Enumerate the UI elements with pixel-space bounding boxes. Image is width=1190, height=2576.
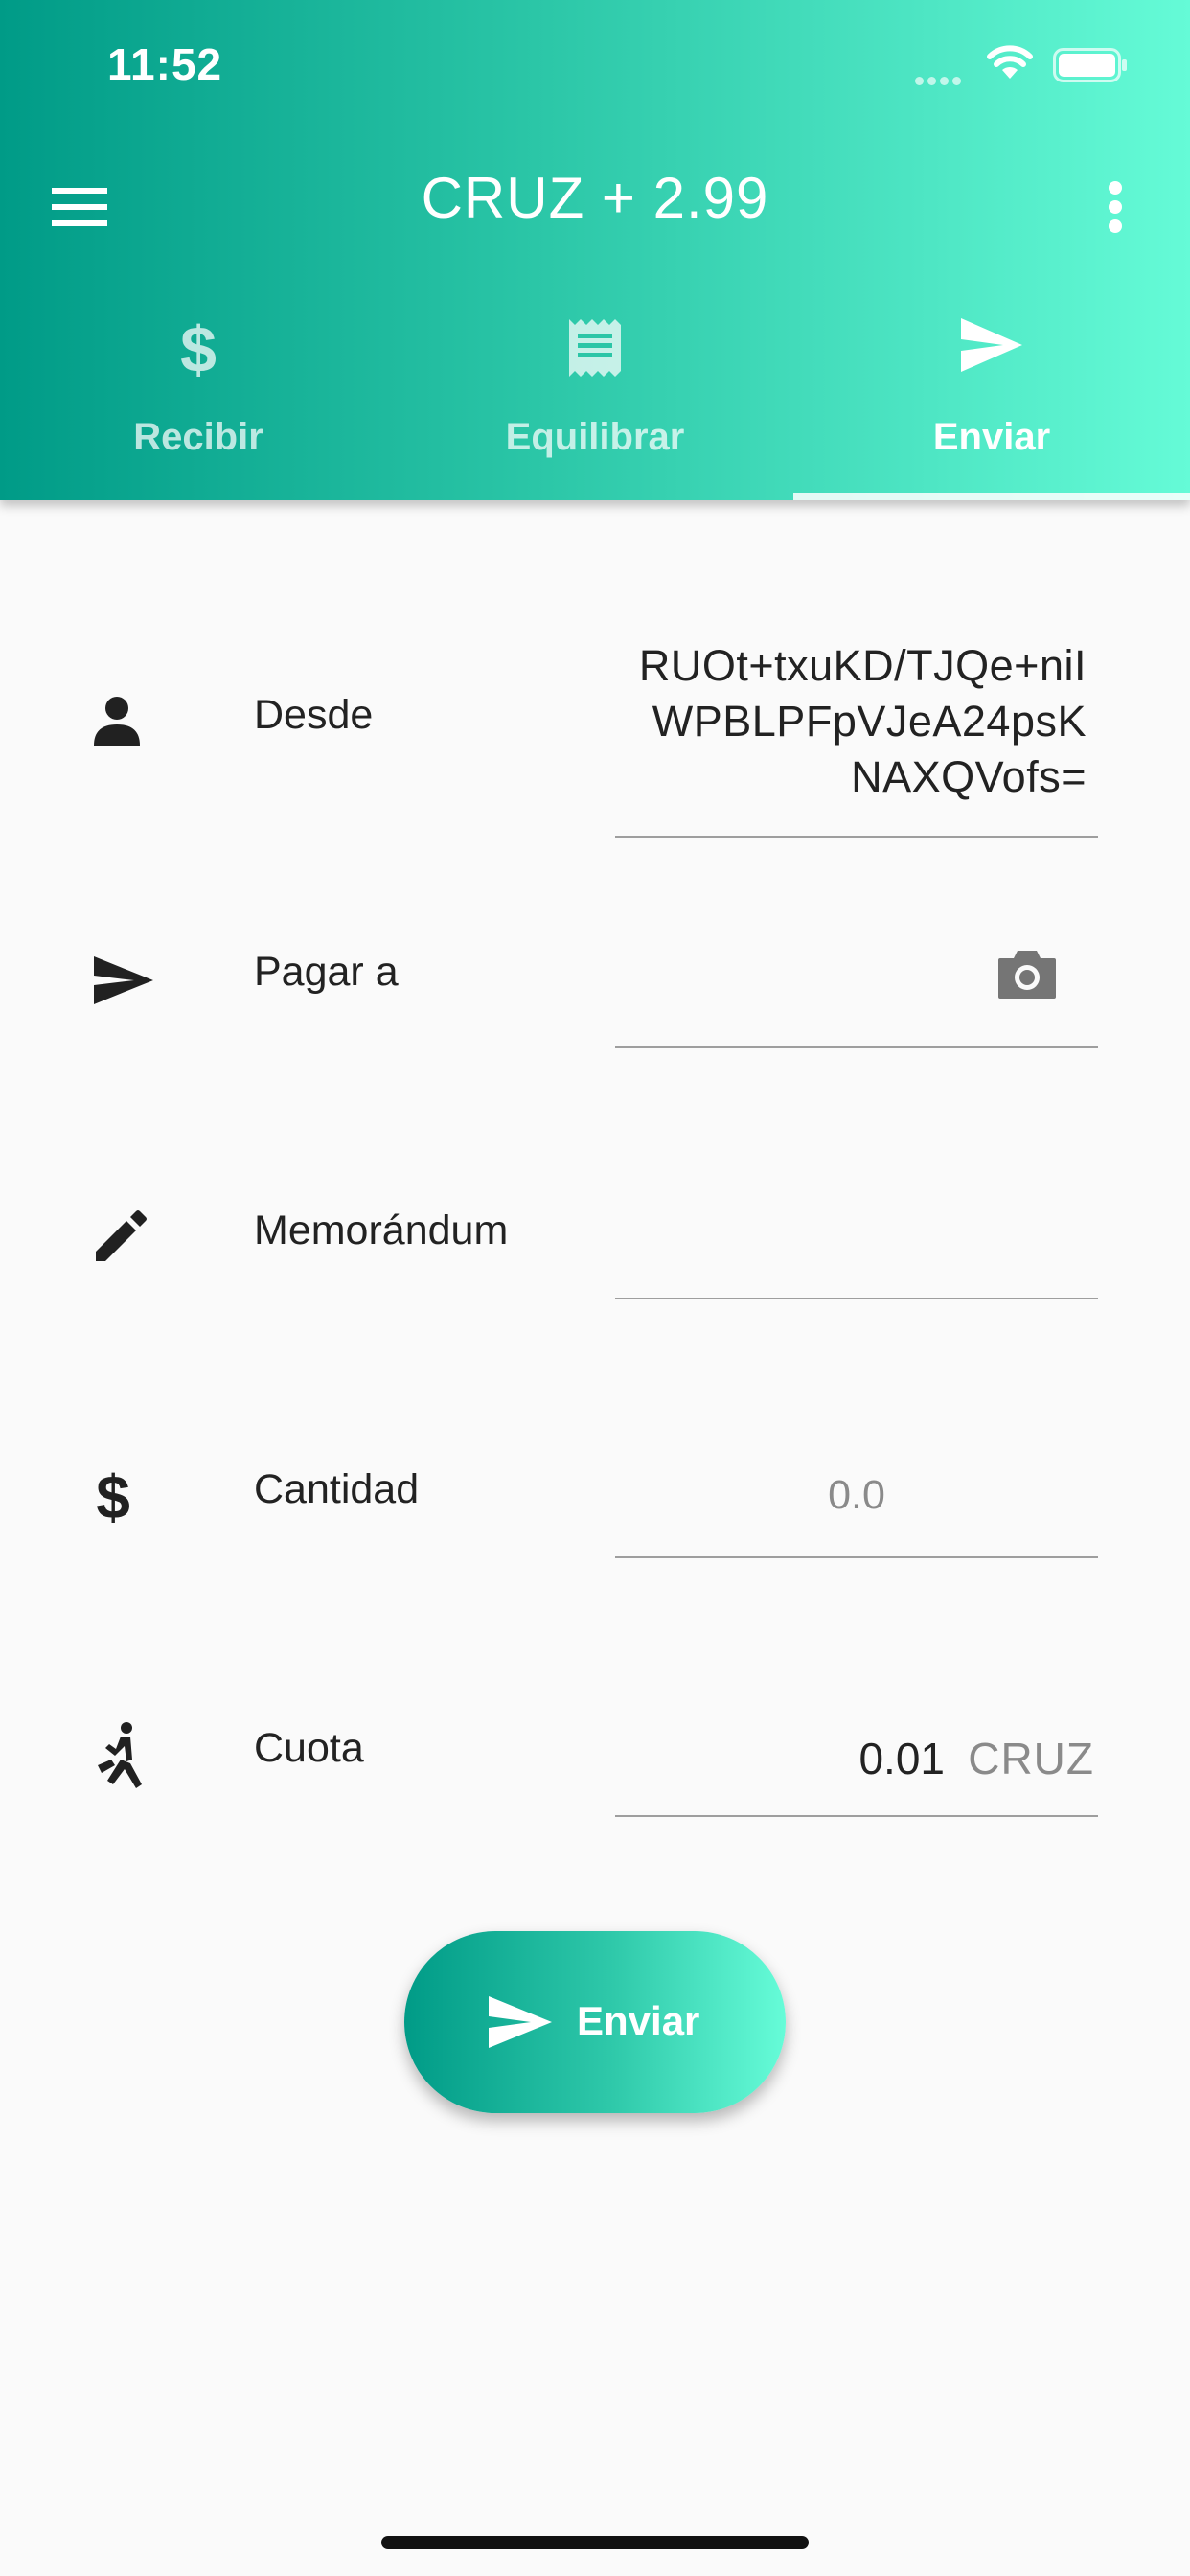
tab-recibir[interactable]: $ Recibir [0, 307, 397, 500]
app-title: CRUZ + 2.99 [421, 166, 769, 230]
active-tab-indicator [793, 493, 1190, 500]
amount-row: $ Cantidad 0.0 [0, 1457, 1190, 1562]
fee-value: 0.01 [858, 1734, 945, 1783]
fee-row: Cuota 0.01 CRUZ [0, 1715, 1190, 1821]
from-field[interactable]: RUOt+txuKD/TJQe+niIWPBLPFpVJeA24psKNAXQV… [615, 638, 1098, 838]
tab-label: Recibir [133, 416, 263, 458]
pay-to-input[interactable] [615, 939, 1098, 1048]
amount-input[interactable]: 0.0 [615, 1457, 1098, 1558]
receipt-icon [397, 316, 793, 384]
memo-row: Memorándum [0, 1198, 1190, 1303]
home-indicator[interactable] [381, 2536, 809, 2549]
memo-label: Memorándum [254, 1208, 509, 1254]
fee-field[interactable]: 0.01 CRUZ [615, 1715, 1098, 1817]
memo-input[interactable] [615, 1198, 1098, 1300]
send-button[interactable]: Enviar [404, 1931, 786, 2113]
send-icon [489, 1996, 552, 2048]
from-label: Desde [254, 692, 374, 738]
tab-label: Enviar [932, 416, 1051, 458]
svg-text:$: $ [96, 1464, 130, 1528]
status-time: 11:52 [107, 39, 223, 89]
tab-equilibrar[interactable]: Equilibrar [397, 307, 793, 500]
walking-icon [98, 1722, 142, 1788]
send-icon [94, 956, 153, 1004]
pay-to-row: Pagar a [0, 939, 1190, 1054]
person-icon [94, 697, 140, 746]
from-address: RUOt+txuKD/TJQe+niIWPBLPFpVJeA24psKNAXQV… [638, 641, 1087, 801]
battery-icon [1053, 48, 1127, 82]
pencil-icon [96, 1210, 147, 1261]
more-vertical-icon[interactable] [1106, 178, 1125, 236]
fee-label: Cuota [254, 1725, 364, 1771]
tab-label: Equilibrar [505, 416, 685, 458]
camera-icon[interactable] [996, 947, 1058, 1000]
dollar-icon: $ [96, 1464, 130, 1528]
from-row: Desde RUOt+txuKD/TJQe+niIWPBLPFpVJeA24ps… [0, 632, 1190, 843]
pay-to-label: Pagar a [254, 949, 399, 995]
app-header: 11:52 CRUZ + 2.99 $ Recibir Equilibrar E… [0, 0, 1190, 500]
amount-placeholder: 0.0 [828, 1472, 885, 1518]
amount-label: Cantidad [254, 1466, 420, 1512]
svg-text:$: $ [180, 316, 217, 383]
send-icon [793, 316, 1190, 379]
tab-enviar[interactable]: Enviar [793, 307, 1190, 500]
send-button-label: Enviar [577, 1998, 700, 2043]
wifi-icon [987, 45, 1033, 79]
dollar-icon: $ [0, 313, 397, 388]
fee-unit: CRUZ [968, 1734, 1094, 1783]
signal-icon [915, 73, 965, 90]
